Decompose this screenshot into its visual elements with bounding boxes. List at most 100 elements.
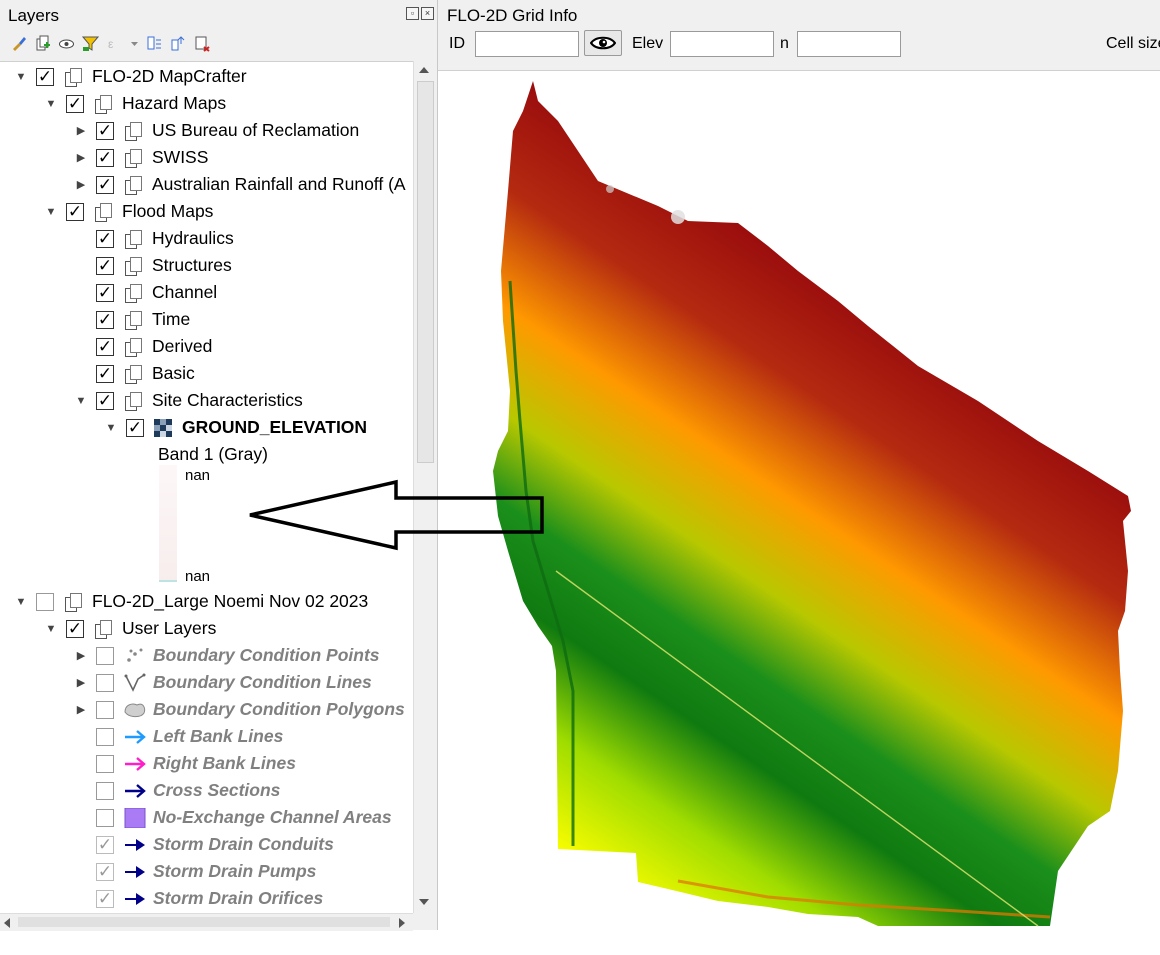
tree-item-structures[interactable]: ✓ Structures: [96, 252, 232, 279]
expand-arrow-icon[interactable]: ▼: [44, 205, 58, 219]
arrow-head-line-icon: [123, 889, 147, 909]
elev-input[interactable]: [670, 31, 774, 57]
scroll-left-icon[interactable]: [4, 918, 10, 928]
style-brush-icon[interactable]: [10, 35, 27, 52]
eye-toggle-button[interactable]: [584, 30, 622, 56]
collapsed-arrow-icon[interactable]: ▶: [74, 151, 88, 165]
tree-item-hydraulics[interactable]: ✓ Hydraulics: [96, 225, 234, 252]
expand-arrow-icon[interactable]: ▼: [14, 70, 28, 84]
tree-item-flo2d-mapcrafter[interactable]: ▼ ✓ FLO-2D MapCrafter: [14, 63, 247, 90]
layer-checkbox[interactable]: [36, 592, 54, 611]
arrow-line-icon: [123, 727, 147, 747]
tree-item-storm-drain-conduits[interactable]: ✓ Storm Drain Conduits: [96, 831, 334, 858]
tree-item-no-exchange-channel-areas[interactable]: No-Exchange Channel Areas: [96, 804, 392, 831]
collapse-all-icon[interactable]: [170, 35, 187, 52]
scroll-right-icon[interactable]: [399, 918, 405, 928]
layer-checkbox[interactable]: [96, 808, 114, 827]
id-label: ID: [449, 35, 465, 52]
layer-checkbox[interactable]: ✓: [96, 148, 114, 167]
filter-expression-icon[interactable]: ε: [106, 35, 123, 52]
id-input[interactable]: [475, 31, 579, 57]
scroll-down-icon[interactable]: [419, 899, 429, 905]
layer-checkbox[interactable]: ✓: [96, 835, 114, 854]
float-panel-icon[interactable]: ▫: [406, 7, 419, 20]
collapsed-arrow-icon[interactable]: ▶: [74, 124, 88, 138]
add-group-icon[interactable]: [34, 35, 51, 52]
tree-item-label: Cross Sections: [153, 780, 281, 800]
tree-item-right-bank-lines[interactable]: Right Bank Lines: [96, 750, 296, 777]
chevron-down-icon[interactable]: [130, 35, 139, 52]
collapsed-arrow-icon[interactable]: ▶: [74, 703, 88, 717]
layer-checkbox[interactable]: [96, 754, 114, 773]
tree-item-derived[interactable]: ✓ Derived: [96, 333, 212, 360]
tree-item-boundary-condition-points[interactable]: ▶ Boundary Condition Points: [74, 642, 380, 669]
scroll-thumb[interactable]: [18, 917, 390, 927]
layer-checkbox[interactable]: [96, 781, 114, 800]
tree-item-user-layers[interactable]: ▼ ✓ User Layers: [44, 615, 216, 642]
close-panel-icon[interactable]: ×: [421, 7, 434, 20]
layer-checkbox[interactable]: ✓: [96, 121, 114, 140]
tree-item-channel[interactable]: ✓ Channel: [96, 279, 217, 306]
layer-checkbox[interactable]: [96, 727, 114, 746]
layer-checkbox[interactable]: ✓: [96, 364, 114, 383]
elevation-area: [493, 81, 1131, 926]
layer-checkbox[interactable]: ✓: [96, 283, 114, 302]
expand-arrow-icon[interactable]: ▼: [74, 394, 88, 408]
tree-item-swiss[interactable]: ▶ ✓ SWISS: [74, 144, 208, 171]
layer-checkbox[interactable]: ✓: [96, 391, 114, 410]
tree-item-left-bank-lines[interactable]: Left Bank Lines: [96, 723, 283, 750]
tree-item-ground-elevation[interactable]: ▼ ✓ GROUND_ELEVATION: [104, 414, 368, 441]
tree-item-site-characteristics[interactable]: ▼ ✓ Site Characteristics: [74, 387, 303, 414]
layer-checkbox[interactable]: [96, 673, 114, 692]
tree-item-storm-drain-orifices[interactable]: ✓ Storm Drain Orifices: [96, 885, 323, 912]
layer-checkbox[interactable]: ✓: [96, 889, 114, 908]
layer-checkbox[interactable]: ✓: [96, 256, 114, 275]
tree-item-label: Right Bank Lines: [153, 753, 296, 773]
layer-checkbox[interactable]: ✓: [66, 202, 84, 221]
horizontal-scrollbar[interactable]: [0, 913, 413, 931]
layer-checkbox[interactable]: ✓: [126, 418, 144, 437]
n-input[interactable]: [797, 31, 901, 57]
layer-checkbox[interactable]: ✓: [96, 862, 114, 881]
scroll-up-icon[interactable]: [419, 67, 429, 73]
layer-checkbox[interactable]: ✓: [66, 619, 84, 638]
expand-arrow-icon[interactable]: ▼: [44, 97, 58, 111]
expand-all-icon[interactable]: [146, 35, 163, 52]
layer-checkbox[interactable]: ✓: [66, 94, 84, 113]
tree-item-basic[interactable]: ✓ Basic: [96, 360, 195, 387]
layer-checkbox[interactable]: ✓: [96, 310, 114, 329]
filter-legend-icon[interactable]: [81, 35, 100, 52]
collapsed-arrow-icon[interactable]: ▶: [74, 649, 88, 663]
line-layer-icon: [123, 673, 147, 693]
layer-checkbox[interactable]: [96, 646, 114, 665]
tree-item-australian-rainfall[interactable]: ▶ ✓ Australian Rainfall and Runoff (A: [74, 171, 406, 198]
tree-item-us-bureau-of-reclamation[interactable]: ▶ ✓ US Bureau of Reclamation: [74, 117, 359, 144]
tree-item-boundary-condition-polygons[interactable]: ▶ Boundary Condition Polygons: [74, 696, 405, 723]
n-label: n: [780, 35, 789, 52]
tree-item-label: Hazard Maps: [122, 93, 227, 113]
collapsed-arrow-icon[interactable]: ▶: [74, 178, 88, 192]
group-icon: [123, 229, 143, 249]
annotation-arrow-icon: [249, 479, 544, 551]
tree-item-time[interactable]: ✓ Time: [96, 306, 190, 333]
group-icon: [123, 337, 143, 357]
tree-item-boundary-condition-lines[interactable]: ▶ Boundary Condition Lines: [74, 669, 372, 696]
tree-item-hazard-maps[interactable]: ▼ ✓ Hazard Maps: [44, 90, 226, 117]
visibility-eye-icon[interactable]: [58, 35, 75, 52]
svg-text:ε: ε: [108, 37, 114, 51]
tree-item-cross-sections[interactable]: Cross Sections: [96, 777, 280, 804]
tree-item-flood-maps[interactable]: ▼ ✓ Flood Maps: [44, 198, 213, 225]
expand-arrow-icon[interactable]: ▼: [44, 622, 58, 636]
layer-checkbox[interactable]: ✓: [36, 67, 54, 86]
remove-layer-icon[interactable]: [194, 35, 211, 52]
tree-item-flo2d-large-noemi[interactable]: ▼ FLO-2D_Large Noemi Nov 02 2023: [14, 588, 368, 615]
layer-checkbox[interactable]: ✓: [96, 175, 114, 194]
layer-checkbox[interactable]: ✓: [96, 229, 114, 248]
expand-arrow-icon[interactable]: ▼: [104, 421, 118, 435]
scroll-thumb[interactable]: [417, 81, 434, 463]
layer-checkbox[interactable]: [96, 700, 114, 719]
layer-checkbox[interactable]: ✓: [96, 337, 114, 356]
collapsed-arrow-icon[interactable]: ▶: [74, 676, 88, 690]
expand-arrow-icon[interactable]: ▼: [14, 595, 28, 609]
tree-item-storm-drain-pumps[interactable]: ✓ Storm Drain Pumps: [96, 858, 316, 885]
